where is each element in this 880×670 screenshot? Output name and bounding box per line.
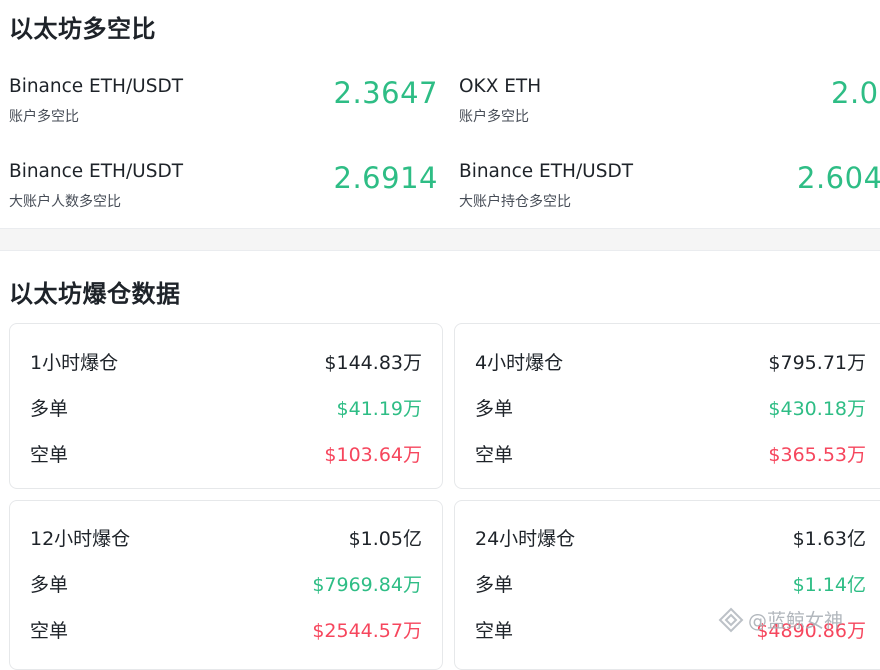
section-divider — [0, 228, 880, 251]
total-row: 1小时爆仓 $144.83万 — [30, 348, 422, 374]
long-label: 多单 — [30, 398, 69, 420]
total-row: 24小时爆仓 $1.63亿 — [475, 524, 866, 550]
short-label: 空单 — [30, 620, 69, 642]
long-short-title: 以太坊多空比 — [9, 15, 156, 43]
period-label: 12小时爆仓 — [30, 528, 131, 550]
short-value: $2544.57万 — [312, 620, 422, 642]
ratio-value: 2.6914 — [333, 161, 438, 195]
ratio-item-binance-top-accounts[interactable]: Binance ETH/USDT 大账户人数多空比 2.6914 — [9, 161, 439, 211]
ratio-type-label: 大账户持仓多空比 — [459, 194, 571, 210]
period-label: 1小时爆仓 — [30, 352, 119, 374]
diamond-logo-icon — [718, 607, 744, 633]
short-label: 空单 — [30, 444, 69, 466]
period-label: 4小时爆仓 — [475, 352, 564, 374]
ratio-item-binance-account[interactable]: Binance ETH/USDT 账户多空比 2.3647 — [9, 76, 439, 126]
long-label: 多单 — [475, 574, 514, 596]
total-value: $1.05亿 — [348, 528, 422, 550]
ratio-exchange-name: Binance ETH/USDT — [9, 76, 184, 97]
ratio-value: 2.03 — [831, 76, 880, 110]
long-value: $41.19万 — [336, 398, 422, 420]
total-row: 12小时爆仓 $1.05亿 — [30, 524, 422, 550]
liquidation-card-1h[interactable]: 1小时爆仓 $144.83万 多单 $41.19万 空单 $103.64万 — [9, 323, 443, 489]
ratio-type-label: 账户多空比 — [9, 109, 79, 125]
long-label: 多单 — [475, 398, 514, 420]
long-row: 多单 $430.18万 — [475, 394, 866, 420]
total-value: $144.83万 — [324, 352, 422, 374]
total-value: $795.71万 — [768, 352, 866, 374]
ratio-exchange-name: OKX ETH — [459, 76, 542, 97]
long-label: 多单 — [30, 574, 69, 596]
long-value: $430.18万 — [768, 398, 866, 420]
total-value: $1.63亿 — [792, 528, 866, 550]
long-value: $1.14亿 — [792, 574, 866, 596]
ratio-item-okx-account[interactable]: OKX ETH 账户多空比 2.03 — [459, 76, 880, 126]
ratio-type-label: 大账户人数多空比 — [9, 194, 121, 210]
long-row: 多单 $41.19万 — [30, 394, 422, 420]
liquidation-card-4h[interactable]: 4小时爆仓 $795.71万 多单 $430.18万 空单 $365.53万 — [454, 323, 880, 489]
ratio-item-binance-top-positions[interactable]: Binance ETH/USDT 大账户持仓多空比 2.6049 — [459, 161, 880, 211]
long-row: 多单 $7969.84万 — [30, 570, 422, 596]
ratio-exchange-name: Binance ETH/USDT — [459, 161, 634, 182]
short-label: 空单 — [475, 620, 514, 642]
ratio-exchange-name: Binance ETH/USDT — [9, 161, 184, 182]
total-row: 4小时爆仓 $795.71万 — [475, 348, 866, 374]
period-label: 24小时爆仓 — [475, 528, 576, 550]
long-value: $7969.84万 — [312, 574, 422, 596]
short-row: 空单 $2544.57万 — [30, 616, 422, 642]
watermark: @蓝鲸女神 — [718, 606, 843, 633]
watermark-text: @蓝鲸女神 — [748, 610, 844, 632]
ratio-type-label: 账户多空比 — [459, 109, 529, 125]
short-value: $365.53万 — [768, 444, 866, 466]
liquidation-title: 以太坊爆仓数据 — [9, 280, 181, 308]
ratio-value: 2.3647 — [333, 76, 438, 110]
short-value: $103.64万 — [324, 444, 422, 466]
ratio-value: 2.6049 — [797, 161, 880, 195]
short-row: 空单 $103.64万 — [30, 440, 422, 466]
short-label: 空单 — [475, 444, 514, 466]
long-row: 多单 $1.14亿 — [475, 570, 866, 596]
short-row: 空单 $365.53万 — [475, 440, 866, 466]
